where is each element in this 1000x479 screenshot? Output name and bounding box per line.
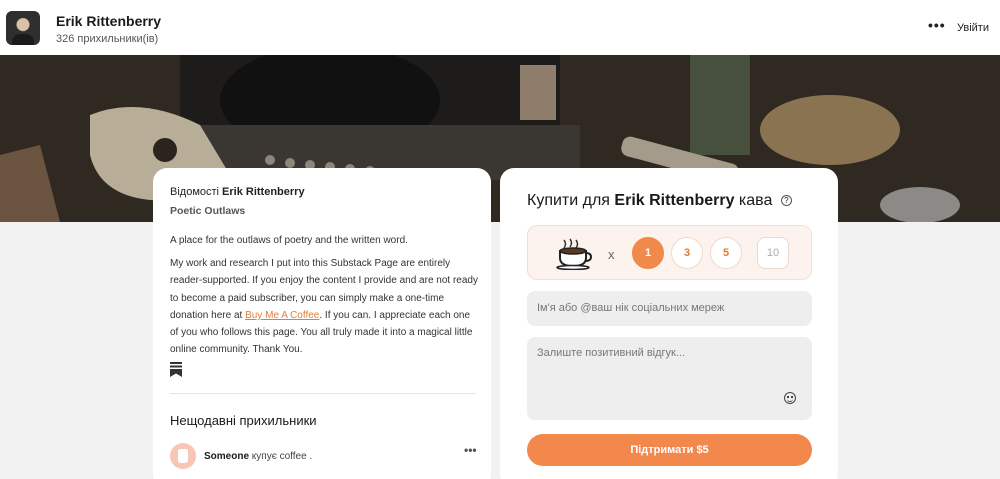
buy-suffix: кава [738,192,773,209]
buy-prefix: Купити для [527,192,610,209]
more-icon[interactable]: ••• [928,18,946,32]
avatar[interactable] [6,11,40,45]
buy-heading: Купити для Erik Rittenberry кава ? [527,192,792,210]
coffee-cup-icon [556,238,592,270]
quantity-option-5[interactable]: 5 [710,237,742,269]
top-bar: Erik Rittenberry 326 прихильники(ів) •••… [0,0,1000,55]
supporter-action: купує coffee . [251,451,313,462]
about-card: Відомості Erik Rittenberry Poetic Outlaw… [153,168,491,479]
about-heading: Відомості Erik Rittenberry [170,186,305,198]
divider [170,393,476,394]
quantity-option-3[interactable]: 3 [671,237,703,269]
substack-icon[interactable] [170,362,182,377]
name-input[interactable]: Ім'я або @ваш нік соціальних мереж [527,291,812,326]
publication-name[interactable]: Poetic Outlaws [170,205,245,217]
about-tagline: A place for the outlaws of poetry and th… [170,235,408,246]
recent-supporters-heading: Нещодавні прихильники [170,413,317,428]
quantity-option-1[interactable]: 1 [632,237,664,269]
buy-name: Erik Rittenberry [614,192,735,209]
quantity-picker: x 1 3 5 10 [527,225,812,280]
login-button[interactable]: Увійти [957,22,989,34]
supporter-entry: Someone купує coffee . [204,451,312,462]
emoji-icon[interactable] [784,392,796,404]
supporter-avatar [170,443,196,469]
supporter-name: Someone [204,451,250,462]
support-button[interactable]: Підтримати $5 [527,434,812,466]
supporter-more-icon[interactable]: ••• [464,443,477,457]
help-icon[interactable]: ? [780,195,792,206]
buy-me-a-coffee-link[interactable]: Buy Me A Coffee [245,310,319,321]
about-name: Erik Rittenberry [222,186,305,198]
buy-card: Купити для Erik Rittenberry кава ? x 1 3… [500,168,838,479]
creator-name[interactable]: Erik Rittenberry [56,13,161,29]
about-prefix: Відомості [170,186,219,198]
multiply-sign: x [608,247,615,262]
follower-count: 326 прихильники(ів) [56,33,159,45]
about-description: My work and research I put into this Sub… [170,255,480,359]
message-textarea[interactable]: Залиште позитивний відгук... [527,337,812,420]
custom-quantity-input[interactable]: 10 [757,237,789,269]
message-placeholder: Залиште позитивний відгук... [537,347,686,359]
